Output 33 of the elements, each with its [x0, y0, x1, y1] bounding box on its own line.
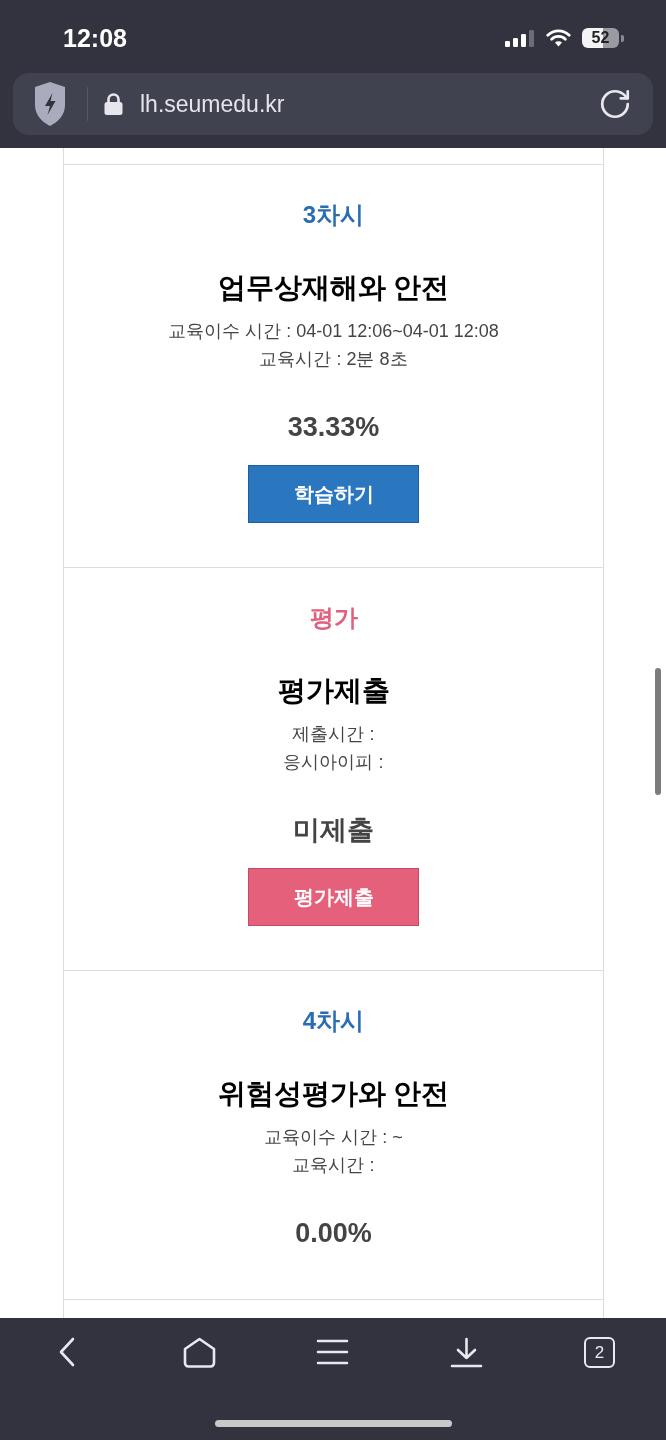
reload-button[interactable]	[598, 87, 632, 121]
detail-line: 교육시간 :	[292, 1154, 375, 1177]
url-text: lh.seumedu.kr	[140, 92, 285, 116]
session-label: 4차시	[302, 1007, 365, 1035]
home-icon	[183, 1336, 217, 1368]
detail-line: 교육시간 : 2분 8초	[259, 348, 408, 371]
detail-line: 응시아이피 :	[283, 751, 384, 774]
progress-result: 0.00%	[295, 1217, 372, 1249]
shield-icon[interactable]	[33, 81, 67, 127]
session-label: 평가	[309, 604, 358, 632]
course-title: 업무상재해와 안전	[217, 271, 450, 305]
clock-time: 12:08	[63, 25, 127, 51]
wifi-icon	[546, 29, 571, 47]
address-bar[interactable]: lh.seumedu.kr	[13, 73, 653, 135]
reload-icon	[598, 87, 632, 121]
tabs-button[interactable]: 2	[583, 1336, 615, 1368]
progress-result: 33.33%	[287, 411, 380, 443]
detail-line: 교육이수 시간 : ~	[264, 1126, 403, 1149]
course-title: 위험성평가와 안전	[217, 1077, 450, 1111]
detail-line: 제출시간 :	[292, 723, 375, 746]
download-icon	[449, 1336, 483, 1368]
home-button[interactable]	[182, 1335, 217, 1369]
course-title: 평가제출	[277, 674, 390, 708]
progress-result: 미제출	[293, 814, 374, 846]
action-button[interactable]: 학습하기	[248, 465, 419, 523]
download-button[interactable]	[449, 1335, 484, 1369]
session-label: 3차시	[302, 201, 365, 229]
chevron-left-icon	[57, 1337, 76, 1367]
battery-indicator: 52	[582, 28, 624, 48]
cellular-signal-icon	[505, 29, 535, 47]
lock-icon	[104, 93, 123, 115]
menu-icon	[316, 1339, 350, 1365]
detail-line: 교육이수 시간 : 04-01 12:06~04-01 12:08	[168, 320, 499, 343]
